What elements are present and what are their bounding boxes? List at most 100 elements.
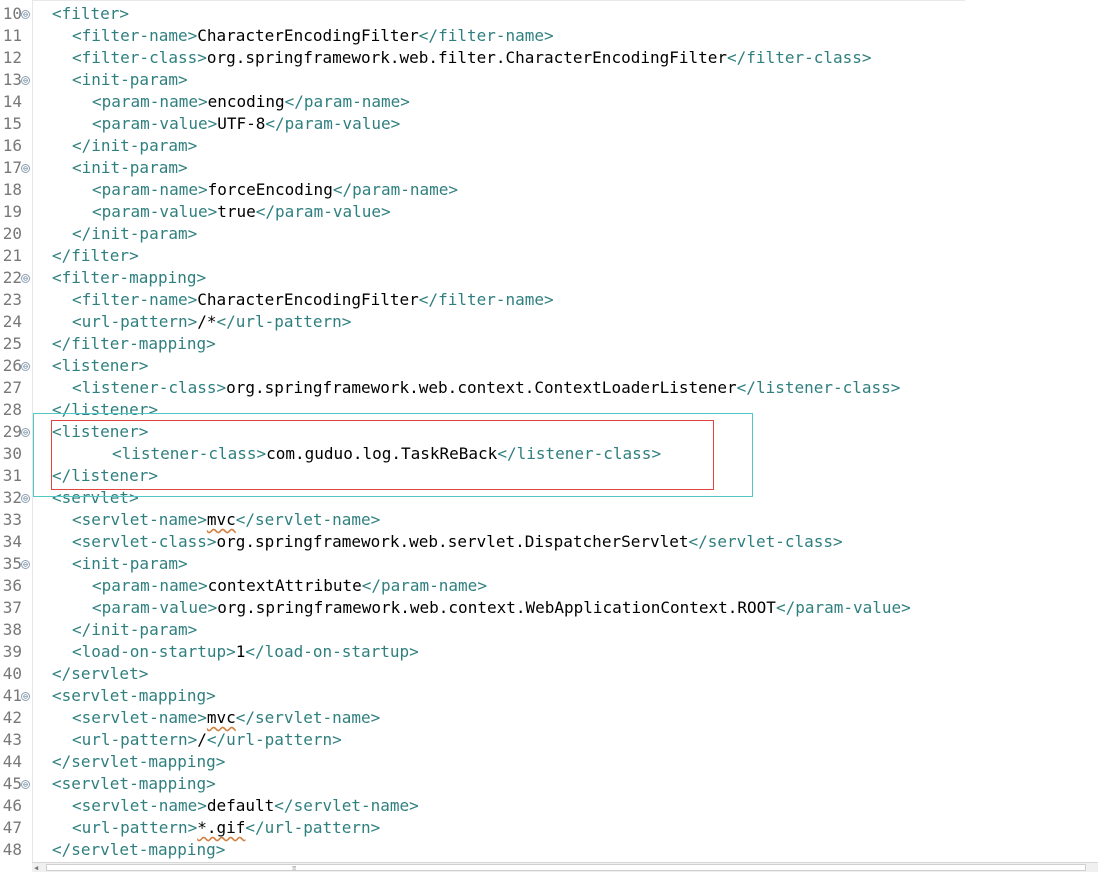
scrollbar-thumb[interactable] — [46, 864, 1086, 871]
code-line[interactable]: 21 </filter> — [0, 245, 1098, 267]
fold-toggle-icon[interactable]: ⊖ — [21, 692, 30, 701]
line-number: 10 — [2, 4, 22, 23]
code-line[interactable]: 18 <param-name>forceEncoding</param-name> — [0, 179, 1098, 201]
xml-open-tag: </init-param> — [72, 136, 198, 155]
xml-close-tag: </servlet-class> — [688, 532, 843, 551]
line-number: 15 — [2, 114, 22, 133]
code-line[interactable]: 41 ⊖ <servlet-mapping> — [0, 685, 1098, 707]
fold-toggle-icon[interactable]: ⊖ — [21, 560, 30, 569]
code-line[interactable]: 25 </filter-mapping> — [0, 333, 1098, 355]
code-content: <filter-mapping> — [52, 267, 206, 289]
red-highlight-box — [51, 420, 714, 490]
xml-open-tag: </init-param> — [72, 620, 198, 639]
code-line[interactable]: 34 <servlet-class>org.springframework.web… — [0, 531, 1098, 553]
line-number: 21 — [2, 246, 22, 265]
line-number: 12 — [2, 48, 22, 67]
code-line[interactable]: 12 <filter-class>org.springframework.web.… — [0, 47, 1098, 69]
code-line[interactable]: 23 <filter-name>CharacterEncodingFilter</… — [0, 289, 1098, 311]
xml-open-tag: <param-value> — [92, 202, 218, 221]
xml-text-value: CharacterEncodingFilter — [197, 26, 419, 45]
code-line[interactable]: 44 </servlet-mapping> — [0, 751, 1098, 773]
xml-open-tag: <listener> — [52, 356, 149, 375]
xml-open-tag: <url-pattern> — [72, 312, 198, 331]
code-line[interactable]: 19 <param-value>true</param-value> — [0, 201, 1098, 223]
code-line[interactable]: 16 </init-param> — [0, 135, 1098, 157]
fold-toggle-icon[interactable]: ⊖ — [21, 780, 30, 789]
line-number: 45 — [2, 774, 22, 793]
xml-open-tag: <servlet-name> — [72, 708, 207, 727]
code-line[interactable]: 45 ⊖ <servlet-mapping> — [0, 773, 1098, 795]
xml-close-tag: </listener-class> — [736, 378, 901, 397]
code-line[interactable]: 17 ⊖ <init-param> — [0, 157, 1098, 179]
xml-open-tag: </servlet> — [52, 664, 149, 683]
xml-close-tag: </servlet-name> — [274, 796, 419, 815]
fold-toggle-icon[interactable]: ⊖ — [21, 362, 30, 371]
code-line[interactable]: 40 </servlet> — [0, 663, 1098, 685]
code-content: <filter-name>CharacterEncodingFilter</fi… — [72, 25, 554, 47]
code-line[interactable]: 37 <param-value>org.springframework.web.c… — [0, 597, 1098, 619]
fold-toggle-icon[interactable]: ⊖ — [21, 164, 30, 173]
code-content: </init-param> — [72, 223, 197, 245]
code-content: <param-name>forceEncoding</param-name> — [92, 179, 458, 201]
line-number: 11 — [2, 26, 22, 45]
xml-close-tag: </url-pattern> — [206, 730, 342, 749]
code-content: <servlet-name>mvc</servlet-name> — [72, 509, 380, 531]
code-line[interactable]: 20 </init-param> — [0, 223, 1098, 245]
code-line[interactable]: 22 ⊖ <filter-mapping> — [0, 267, 1098, 289]
code-line[interactable]: 43 <url-pattern>/</url-pattern> — [0, 729, 1098, 751]
xml-open-tag: </filter> — [52, 246, 139, 265]
xml-close-tag: </filter-name> — [418, 290, 554, 309]
xml-text-value: CharacterEncodingFilter — [197, 290, 419, 309]
xml-text-value: org.springframework.web.filter.Character… — [206, 48, 728, 67]
fold-toggle-icon[interactable]: ⊖ — [21, 10, 30, 19]
line-number: 41 — [2, 686, 22, 705]
xml-open-tag: <filter-class> — [72, 48, 207, 67]
fold-toggle-icon[interactable]: ⊖ — [21, 428, 30, 437]
code-content: <listener-class>org.springframework.web.… — [72, 377, 900, 399]
line-number: 13 — [2, 70, 22, 89]
code-content: <filter> — [52, 3, 129, 25]
xml-open-tag: <load-on-startup> — [72, 642, 236, 661]
xml-text-value: contextAttribute — [207, 576, 362, 595]
code-line[interactable]: 38 </init-param> — [0, 619, 1098, 641]
line-number: 48 — [2, 840, 22, 859]
line-number: 26 — [2, 356, 22, 375]
code-line[interactable]: 47 <url-pattern>*.gif</url-pattern> — [0, 817, 1098, 839]
xml-close-tag: </param-name> — [332, 180, 459, 199]
code-line[interactable]: 36 <param-name>contextAttribute</param-na… — [0, 575, 1098, 597]
fold-toggle-icon[interactable]: ⊖ — [21, 76, 30, 85]
code-line[interactable]: 35 ⊖ <init-param> — [0, 553, 1098, 575]
code-line[interactable]: 24 <url-pattern>/*</url-pattern> — [0, 311, 1098, 333]
code-line[interactable]: 27 <listener-class>org.springframework.we… — [0, 377, 1098, 399]
line-number: 25 — [2, 334, 22, 353]
code-line[interactable]: 48 </servlet-mapping> — [0, 839, 1098, 861]
code-line[interactable]: 33 <servlet-name>mvc</servlet-name> — [0, 509, 1098, 531]
code-line[interactable]: 10 ⊖ <filter> — [0, 3, 1098, 25]
xml-open-tag: <param-name> — [92, 576, 208, 595]
xml-open-tag: </servlet-mapping> — [52, 840, 226, 859]
xml-text-value: /* — [197, 312, 217, 331]
line-number: 47 — [2, 818, 22, 837]
fold-toggle-icon[interactable]: ⊖ — [21, 274, 30, 283]
code-content: </servlet-mapping> — [52, 839, 225, 861]
code-content: <servlet-name>mvc</servlet-name> — [72, 707, 380, 729]
line-number: 39 — [2, 642, 22, 661]
code-line[interactable]: 14 <param-name>encoding</param-name> — [0, 91, 1098, 113]
code-content: <listener> — [52, 355, 148, 377]
xml-open-tag: </init-param> — [72, 224, 198, 243]
code-line[interactable]: 39 <load-on-startup>1</load-on-startup> — [0, 641, 1098, 663]
code-line[interactable]: 15 <param-value>UTF-8</param-value> — [0, 113, 1098, 135]
xml-text-value: mvc — [206, 708, 236, 727]
fold-toggle-icon[interactable]: ⊖ — [21, 494, 30, 503]
xml-open-tag: <servlet-name> — [72, 510, 207, 529]
code-line[interactable]: 46 <servlet-name>default</servlet-name> — [0, 795, 1098, 817]
code-line[interactable]: 11 <filter-name>CharacterEncodingFilter</… — [0, 25, 1098, 47]
xml-text-value: org.springframework.web.context.ContextL… — [226, 378, 737, 397]
code-line[interactable]: 42 <servlet-name>mvc</servlet-name> — [0, 707, 1098, 729]
line-number: 27 — [2, 378, 22, 397]
xml-open-tag: <filter-mapping> — [52, 268, 207, 287]
code-content: <servlet-name>default</servlet-name> — [72, 795, 419, 817]
xml-editor[interactable]: 10 ⊖ <filter> 11 <filter-name>CharacterEncod… — [0, 0, 1098, 862]
code-line[interactable]: 26 ⊖ <listener> — [0, 355, 1098, 377]
code-line[interactable]: 13 ⊖ <init-param> — [0, 69, 1098, 91]
